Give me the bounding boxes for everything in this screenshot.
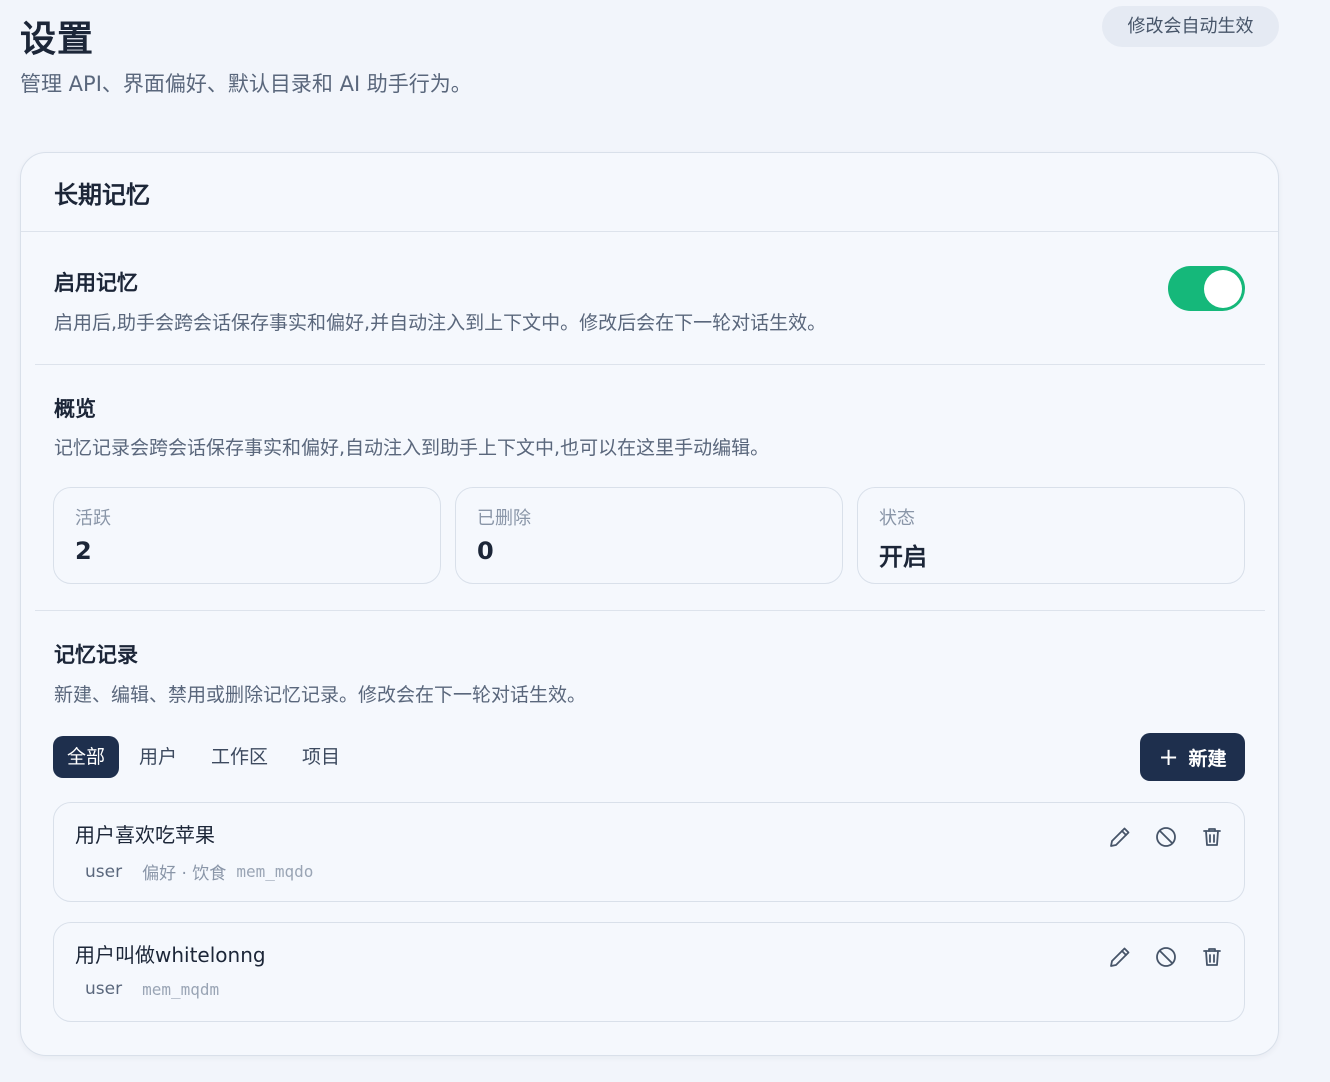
memory-id: mem_mqdo (236, 862, 314, 881)
stat-active: 活跃 2 (53, 487, 441, 584)
stat-value: 开启 (879, 543, 927, 571)
memory-meta: user mem_mqdm (85, 979, 219, 999)
toggle-knob (1204, 270, 1242, 308)
memory-actions (1092, 823, 1230, 851)
tab-project[interactable]: 项目 (288, 736, 354, 778)
edit-memory-button[interactable] (1102, 943, 1138, 971)
trash-icon (1203, 828, 1221, 846)
tab-workspace[interactable]: 工作区 (197, 736, 282, 778)
trash-icon (1203, 948, 1221, 966)
overview-title: 概览 (54, 397, 96, 421)
disable-icon (1156, 947, 1176, 967)
enable-memory-title: 启用记忆 (54, 271, 138, 295)
pencil-icon (1110, 947, 1130, 967)
auto-save-badge: 修改会自动生效 (1102, 6, 1279, 47)
disable-memory-button[interactable] (1148, 943, 1184, 971)
memory-scope: user (85, 979, 123, 999)
memory-text: 用户喜欢吃苹果 (75, 823, 215, 847)
stat-value: 0 (477, 537, 494, 565)
card-title: 长期记忆 (54, 180, 150, 209)
new-memory-label: 新建 (1188, 747, 1227, 770)
divider (35, 610, 1265, 611)
memory-meta: user 偏好 · 饮食 mem_mqdo (85, 859, 314, 885)
delete-memory-button[interactable] (1194, 823, 1230, 851)
stat-value: 2 (75, 537, 92, 565)
disable-icon (1156, 827, 1176, 847)
divider (35, 364, 1265, 365)
memory-tags: 偏好 · 饮食 (142, 864, 227, 884)
stat-label: 活跃 (75, 508, 111, 529)
plus-icon: + (1158, 743, 1179, 771)
memory-actions (1092, 943, 1230, 971)
settings-page: 设置 管理 API、界面偏好、默认目录和 AI 助手行为。 修改会自动生效 长期… (0, 0, 1330, 1082)
memory-settings-card: 长期记忆 启用记忆 启用后,助手会跨会话保存事实和偏好,并自动注入到上下文中。修… (20, 152, 1279, 1056)
page-subtitle: 管理 API、界面偏好、默认目录和 AI 助手行为。 (20, 72, 472, 96)
records-description: 新建、编辑、禁用或删除记忆记录。修改会在下一轮对话生效。 (54, 684, 587, 706)
memory-text: 用户叫做whitelonng (75, 943, 266, 967)
memory-item: 用户叫做whitelonng user mem_mqdm (53, 922, 1245, 1022)
stat-label: 已删除 (477, 508, 531, 529)
tab-user[interactable]: 用户 (125, 736, 191, 778)
enable-memory-description: 启用后,助手会跨会话保存事实和偏好,并自动注入到上下文中。修改后会在下一轮对话生… (54, 312, 827, 334)
tab-all[interactable]: 全部 (53, 736, 120, 778)
edit-memory-button[interactable] (1102, 823, 1138, 851)
page-title: 设置 (20, 19, 95, 60)
card-header: 长期记忆 (21, 153, 1278, 232)
memory-scope: user (85, 861, 123, 882)
stat-status: 状态 开启 (857, 487, 1245, 584)
memory-item: 用户喜欢吃苹果 user 偏好 · 饮食 mem_mqdo (53, 802, 1245, 902)
stat-label: 状态 (879, 508, 915, 529)
enable-memory-toggle[interactable] (1168, 266, 1245, 311)
pencil-icon (1110, 827, 1130, 847)
records-title: 记忆记录 (54, 643, 138, 667)
overview-description: 记忆记录会跨会话保存事实和偏好,自动注入到助手上下文中,也可以在这里手动编辑。 (54, 437, 770, 459)
stat-deleted: 已删除 0 (455, 487, 843, 584)
new-memory-button[interactable]: + 新建 (1140, 733, 1245, 781)
memory-id: mem_mqdm (142, 979, 220, 999)
disable-memory-button[interactable] (1148, 823, 1184, 851)
delete-memory-button[interactable] (1194, 943, 1230, 971)
scope-tabs: 全部 用户 工作区 项目 (53, 736, 360, 778)
